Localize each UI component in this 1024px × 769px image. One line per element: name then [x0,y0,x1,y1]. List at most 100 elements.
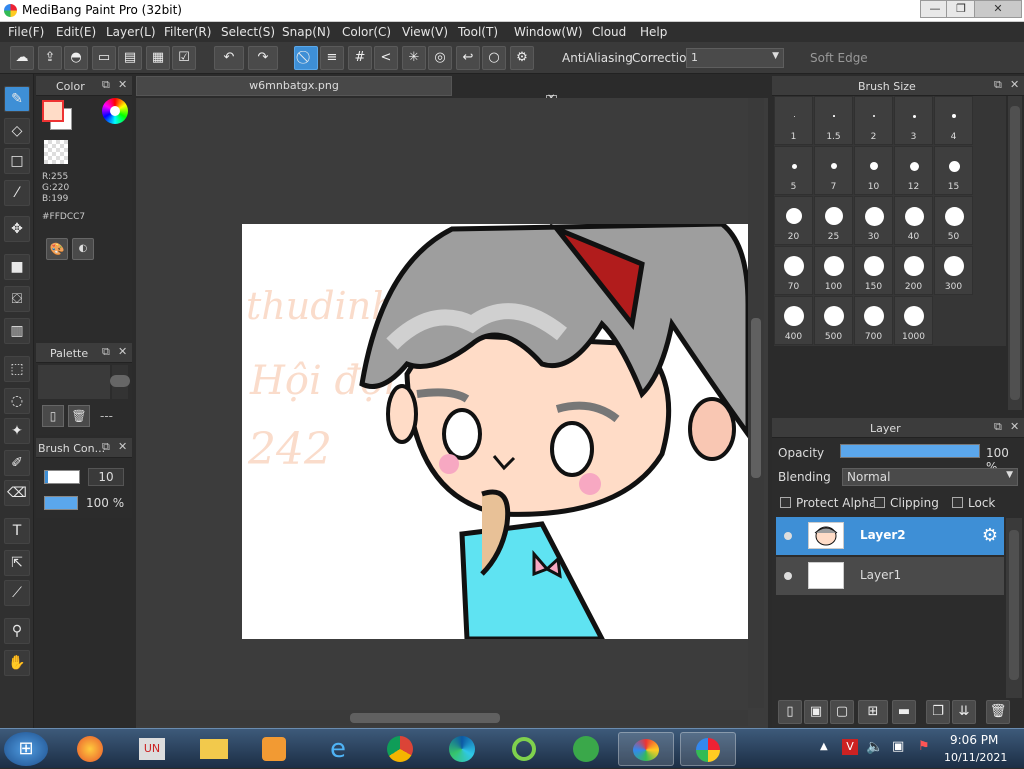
brush-size-option[interactable]: 4 [934,96,973,145]
file-explorer-icon[interactable] [186,732,242,766]
new-layer-icon[interactable]: ▯ [778,700,802,724]
brush-size-option[interactable]: 1000 [894,296,933,345]
close-icon[interactable]: ✕ [118,78,127,91]
move-tool-icon[interactable]: ✥ [4,216,30,242]
operation-tool-icon[interactable]: ⇱ [4,550,30,576]
new-8bit-layer-icon[interactable]: ▣ [804,700,828,724]
brush-size-option[interactable]: 2 [854,96,893,145]
speech-bubble-icon[interactable]: ◓ [64,46,88,70]
hand-tool-icon[interactable]: ✋ [4,650,30,676]
popout-icon[interactable]: ⧉ [102,78,110,92]
redo-button[interactable]: ↷ [248,46,278,70]
folder-icon[interactable]: ▬ [892,700,916,724]
palette-scrollbar[interactable] [110,365,130,399]
brush-size-option[interactable]: 7 [814,146,853,195]
bucket-tool-icon[interactable]: ⛋ [4,286,30,312]
perspective-snap-icon[interactable]: < [374,46,398,70]
brush-size-scrollbar[interactable] [1008,96,1022,410]
brush-size-option[interactable]: 20 [774,196,813,245]
clock-time[interactable]: 9:06 PM [950,733,998,747]
document-tab[interactable]: w6mnbatgx.png [136,76,452,96]
palette-add-icon[interactable]: 🎨 [46,238,68,260]
gradient-tool-icon[interactable]: ▥ [4,318,30,344]
chrome-icon[interactable] [372,732,428,766]
select-eraser-tool-icon[interactable]: ⌫ [4,480,30,506]
primary-color-swatch[interactable] [42,100,64,122]
menu-edit[interactable]: Edit(E) [56,25,96,39]
canvas-vertical-scrollbar[interactable] [748,98,764,708]
grid-snap-icon[interactable]: # [348,46,372,70]
blending-select[interactable]: Normal ▼ [842,468,1018,486]
new-palette-icon[interactable]: ▯ [42,405,64,427]
text-tool-icon[interactable]: T [4,518,30,544]
action-center-flag-icon[interactable]: ⚑ [918,739,930,754]
brush-size-option[interactable]: 10 [854,146,893,195]
radial-snap-icon[interactable]: ✳ [402,46,426,70]
palette-list[interactable] [38,365,110,399]
brush-size-option[interactable]: 5 [774,146,813,195]
popout-icon[interactable]: ⧉ [994,420,1002,434]
menu-view[interactable]: View(V) [402,25,448,39]
media-player-icon[interactable] [246,732,302,766]
eyedropper-tool-icon[interactable]: ⚲ [4,618,30,644]
menu-file[interactable]: File(F) [8,25,44,39]
layer-row[interactable]: Layer1 [776,557,1004,595]
fill-shape-tool-icon[interactable]: ■ [4,254,30,280]
edge-icon[interactable] [434,732,490,766]
rectangle-tool-icon[interactable]: □ [4,148,30,174]
brush-size-option[interactable]: 200 [894,246,933,295]
curve-snap-icon[interactable]: ↩ [456,46,480,70]
brush-size-option[interactable]: 15 [934,146,973,195]
unikey-icon[interactable]: UN [124,732,180,766]
new-1bit-layer-icon[interactable]: ▢ [830,700,854,724]
visibility-eye-icon[interactable] [784,572,792,580]
brush-size-option[interactable]: 150 [854,246,893,295]
visibility-eye-icon[interactable] [784,532,792,540]
snap-settings-gear-icon[interactable]: ⚙ [510,46,534,70]
delete-layer-icon[interactable]: 🗑 [986,700,1010,724]
menu-help[interactable]: Help [640,25,667,39]
brush-tool-icon[interactable]: ✎ [4,86,30,112]
popout-icon[interactable]: ⧉ [102,345,110,359]
popout-icon[interactable]: ⧉ [994,78,1002,92]
brush-opacity-slider[interactable] [44,496,78,510]
layer-opacity-slider[interactable] [840,444,980,458]
canvas-horizontal-scrollbar[interactable] [136,710,748,726]
share-icon[interactable]: ⇪ [38,46,62,70]
start-orb-icon[interactable]: ⊞ [4,732,48,766]
add-layer-menu-icon[interactable]: ⊞ [858,700,888,724]
brush-size-slider[interactable] [44,470,80,484]
brush-size-option[interactable]: 50 [934,196,973,245]
network-icon[interactable]: ▣ [892,739,904,754]
snap-off-icon[interactable]: ⃠ [294,46,318,70]
brush-size-option[interactable]: 400 [774,296,813,345]
brush-size-value[interactable]: 10 [88,468,124,486]
concentric-snap-icon[interactable]: ◎ [428,46,452,70]
app-green-2-icon[interactable] [558,732,614,766]
close-icon[interactable]: ✕ [1010,420,1019,433]
eraser-tool-icon[interactable]: ◇ [4,118,30,144]
lock-checkbox[interactable] [952,497,963,508]
undo-button[interactable]: ↶ [214,46,244,70]
paint-palette-icon[interactable] [618,732,674,766]
popout-icon[interactable]: ⧉ [102,440,110,454]
clock-date[interactable]: 10/11/2021 [944,751,1007,764]
clipping-checkbox[interactable] [874,497,885,508]
circle-snap-icon[interactable]: ○ [482,46,506,70]
menu-snap[interactable]: Snap(N) [282,25,331,39]
correction-select[interactable]: 1 ▼ [686,48,784,68]
medibang-taskbar-icon[interactable] [680,732,736,766]
layer-row[interactable]: Layer2 ⚙ [776,517,1004,555]
page-icon[interactable]: ▤ [118,46,142,70]
unikey-tray-icon[interactable]: V [842,739,858,755]
brush-size-option[interactable]: 30 [854,196,893,245]
comment-icon[interactable]: ▭ [92,46,116,70]
close-icon[interactable]: ✕ [118,440,127,453]
lasso-tool-icon[interactable]: ◌ [4,388,30,414]
select-pen-tool-icon[interactable]: ✐ [4,450,30,476]
app-green-1-icon[interactable] [496,732,552,766]
dot-brush-tool-icon[interactable]: ⁄ [4,180,30,206]
drawing-canvas[interactable]: thudinh Hội đợi 242 [242,224,748,639]
color-wheel-icon[interactable] [102,98,128,124]
tray-expand-icon[interactable]: ▲ [820,741,828,752]
